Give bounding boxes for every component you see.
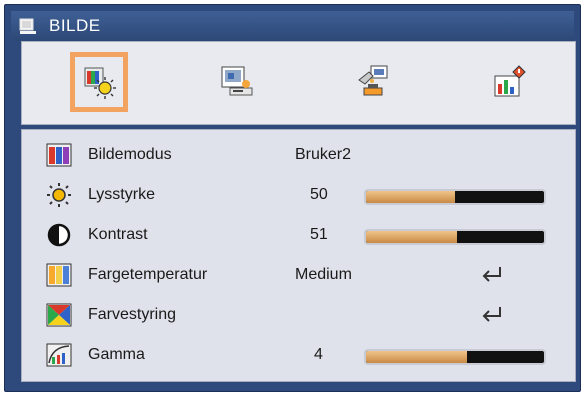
picture-menu-icon: [19, 18, 36, 34]
gamma-icon: [46, 343, 72, 367]
row-label: Fargetemperatur: [88, 266, 208, 283]
setup-icon: [358, 65, 388, 96]
enter-icon[interactable]: [480, 264, 504, 284]
row-label: Farvestyring: [88, 306, 177, 323]
row-farvestyring[interactable]: Farvestyring: [22, 294, 575, 334]
color-temperature-icon: [46, 263, 72, 287]
tab-options[interactable]: [480, 52, 538, 112]
tab-display[interactable]: [207, 52, 265, 112]
row-value: 4: [314, 346, 323, 363]
row-value: 50: [310, 186, 328, 203]
color-settings-icon: [46, 303, 72, 327]
tab-setup[interactable]: [344, 52, 402, 112]
settings-panel: Bildemodus Bruker2 Lysstyrke 50 Kontrast…: [21, 129, 576, 382]
row-gamma[interactable]: Gamma 4: [22, 334, 575, 374]
row-value: Medium: [295, 266, 352, 283]
title-bar: BILDE: [11, 11, 574, 41]
row-label: Lysstyrke: [88, 186, 155, 203]
row-fargetemperatur[interactable]: Fargetemperatur Medium: [22, 254, 575, 294]
brightness-slider[interactable]: [364, 189, 546, 205]
contrast-slider[interactable]: [364, 229, 546, 245]
osd-window: BILDE Bildemodus Bruker2 Lysstyrke 50 Ko…: [4, 4, 581, 392]
tab-picture[interactable]: [70, 52, 128, 112]
display-settings-icon: [221, 66, 253, 96]
row-kontrast[interactable]: Kontrast 51: [22, 214, 575, 254]
brightness-icon: [47, 183, 71, 207]
row-lysstyrke[interactable]: Lysstyrke 50: [22, 174, 575, 214]
row-value: Bruker2: [295, 146, 352, 163]
window-title: BILDE: [49, 16, 101, 35]
row-label: Gamma: [88, 346, 145, 363]
slider-fill: [366, 231, 457, 243]
row-label: Kontrast: [88, 226, 148, 243]
picture-settings-icon: [84, 67, 116, 99]
menu-tab-bar: [21, 41, 576, 125]
gamma-slider[interactable]: [364, 349, 546, 365]
slider-fill: [366, 191, 455, 203]
contrast-icon: [47, 223, 71, 247]
color-mode-icon: [46, 143, 72, 167]
slider-fill: [366, 351, 468, 363]
options-icon: [494, 65, 526, 97]
row-value: 51: [310, 226, 328, 243]
row-label: Bildemodus: [88, 146, 172, 163]
row-bildemodus[interactable]: Bildemodus Bruker2: [22, 134, 575, 174]
enter-icon[interactable]: [480, 304, 504, 324]
